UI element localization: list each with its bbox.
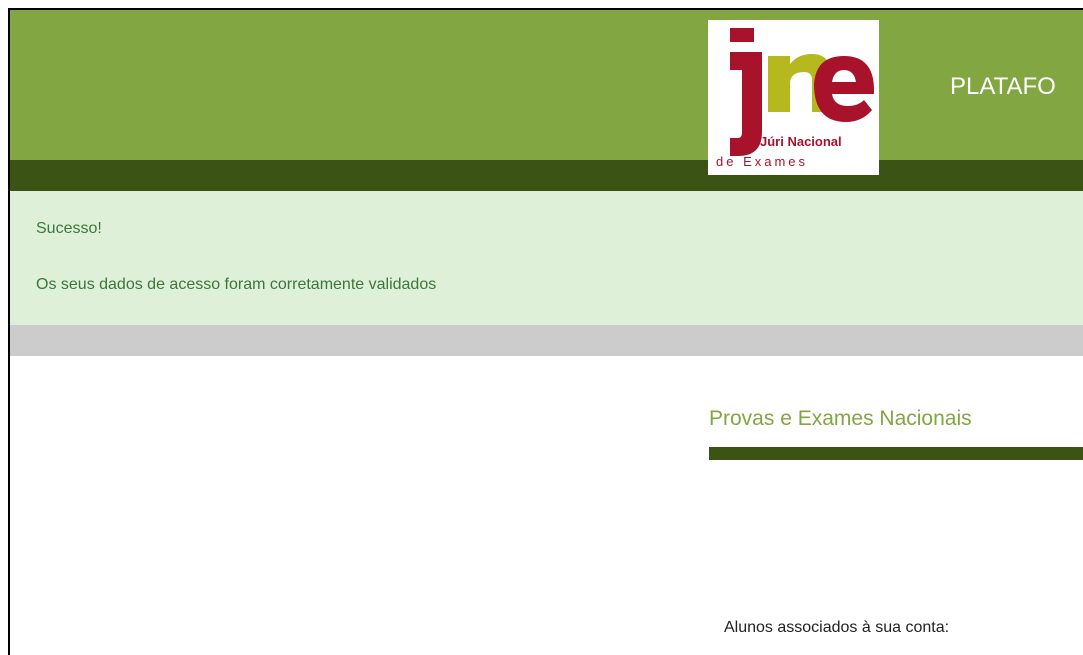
success-alert: Sucesso! Os seus dados de acesso foram c… (10, 191, 1083, 325)
students-label: Alunos associados à sua conta: (724, 619, 950, 636)
section-underline (709, 447, 1083, 460)
logo-line1: Júri Nacional (760, 134, 842, 149)
frame-border-left (8, 8, 10, 655)
separator-band (10, 325, 1083, 356)
frame-border-top (8, 8, 1083, 10)
alert-title: Sucesso! (36, 220, 102, 237)
section-title: Provas e Exames Nacionais (709, 407, 972, 430)
header-bar (10, 10, 1083, 160)
header-dark-strip (10, 160, 1083, 191)
page-frame: Júri Nacional de Exames PLATAFO Sucesso!… (0, 0, 1083, 655)
logo-line2: de Exames (716, 154, 808, 169)
alert-message: Os seus dados de acesso foram corretamen… (36, 276, 437, 293)
jne-logo[interactable]: Júri Nacional de Exames (708, 20, 879, 175)
platform-title: PLATAFO (950, 73, 1056, 100)
jne-logo-graphic: Júri Nacional de Exames (716, 28, 874, 169)
